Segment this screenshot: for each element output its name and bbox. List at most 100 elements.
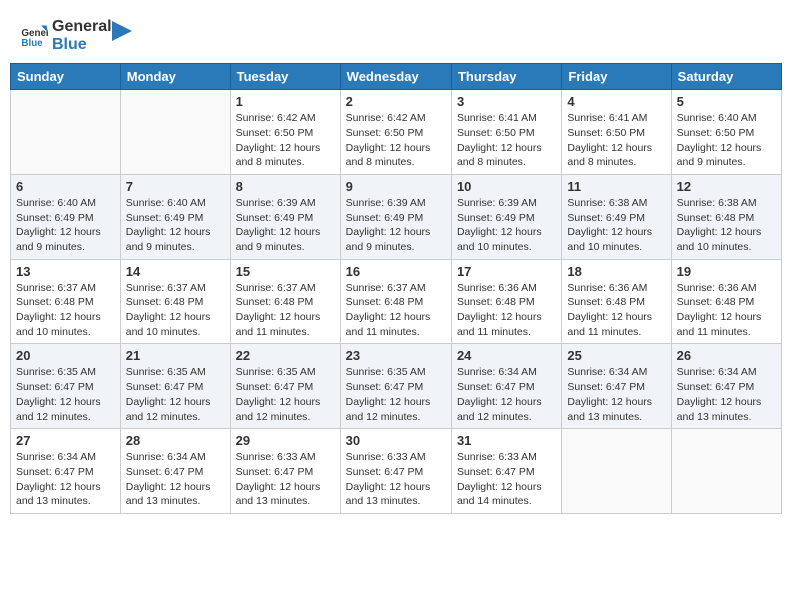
day-info: Sunrise: 6:37 AM Sunset: 6:48 PM Dayligh… — [126, 281, 225, 340]
calendar-cell: 17Sunrise: 6:36 AM Sunset: 6:48 PM Dayli… — [451, 259, 561, 344]
day-info: Sunrise: 6:40 AM Sunset: 6:50 PM Dayligh… — [677, 111, 776, 170]
day-info: Sunrise: 6:41 AM Sunset: 6:50 PM Dayligh… — [457, 111, 556, 170]
calendar-cell: 7Sunrise: 6:40 AM Sunset: 6:49 PM Daylig… — [120, 174, 230, 259]
day-number: 28 — [126, 433, 225, 448]
calendar-cell: 13 Sunrise: 6:37 AM Sunset: 6:48 PM Dayli… — [11, 259, 121, 344]
day-info: Sunrise: 6:42 AM Sunset: 6:50 PM Dayligh… — [236, 111, 335, 170]
calendar-cell: 11 Sunrise: 6:38 AM Sunset: 6:49 PM Dayli… — [562, 174, 671, 259]
calendar-cell: 23 Sunrise: 6:35 AM Sunset: 6:47 PM Dayli… — [340, 344, 451, 429]
day-info: Sunrise: 6:38 AM Sunset: 6:48 PM Dayligh… — [677, 196, 776, 255]
day-number: 12 — [677, 179, 776, 194]
calendar-cell: 12 Sunrise: 6:38 AM Sunset: 6:48 PM Dayli… — [671, 174, 781, 259]
day-info: Sunrise: 6:42 AM Sunset: 6:50 PM Dayligh… — [346, 111, 446, 170]
day-info: Sunrise: 6:39 AM Sunset: 6:49 PM Dayligh… — [457, 196, 556, 255]
calendar-week-row-4: 20 Sunrise: 6:35 AM Sunset: 6:47 PM Dayli… — [11, 344, 782, 429]
calendar-cell: 27 Sunrise: 6:34 AM Sunset: 6:47 PM Dayli… — [11, 429, 121, 514]
calendar-cell: 10 Sunrise: 6:39 AM Sunset: 6:49 PM Dayli… — [451, 174, 561, 259]
day-number: 4 — [567, 94, 665, 109]
day-number: 1 — [236, 94, 335, 109]
day-number: 11 — [567, 179, 665, 194]
calendar-cell — [671, 429, 781, 514]
day-number: 31 — [457, 433, 556, 448]
calendar-cell: 1 Sunrise: 6:42 AM Sunset: 6:50 PM Daylig… — [230, 90, 340, 175]
day-number: 18 — [567, 264, 665, 279]
weekday-header-tuesday: Tuesday — [230, 64, 340, 90]
day-number: 14 — [126, 264, 225, 279]
calendar-cell: 20 Sunrise: 6:35 AM Sunset: 6:47 PM Dayli… — [11, 344, 121, 429]
day-info: Sunrise: 6:39 AM Sunset: 6:49 PM Dayligh… — [346, 196, 446, 255]
day-info: Sunrise: 6:35 AM Sunset: 6:47 PM Dayligh… — [236, 365, 335, 424]
calendar-cell: 6 Sunrise: 6:40 AM Sunset: 6:49 PM Daylig… — [11, 174, 121, 259]
day-info: Sunrise: 6:40 AM Sunset: 6:49 PM Dayligh… — [16, 196, 115, 255]
calendar-cell: 8 Sunrise: 6:39 AM Sunset: 6:49 PM Daylig… — [230, 174, 340, 259]
calendar-table: SundayMondayTuesdayWednesdayThursdayFrid… — [10, 63, 782, 514]
calendar-cell: 19 Sunrise: 6:36 AM Sunset: 6:48 PM Dayli… — [671, 259, 781, 344]
day-number: 22 — [236, 348, 335, 363]
calendar-cell: 30 Sunrise: 6:33 AM Sunset: 6:47 PM Dayli… — [340, 429, 451, 514]
day-info: Sunrise: 6:34 AM Sunset: 6:47 PM Dayligh… — [126, 450, 225, 509]
calendar-week-row-3: 13 Sunrise: 6:37 AM Sunset: 6:48 PM Dayli… — [11, 259, 782, 344]
day-info: Sunrise: 6:34 AM Sunset: 6:47 PM Dayligh… — [567, 365, 665, 424]
day-info: Sunrise: 6:34 AM Sunset: 6:47 PM Dayligh… — [16, 450, 115, 509]
logo-general: General — [52, 18, 112, 36]
day-info: Sunrise: 6:40 AM Sunset: 6:49 PM Dayligh… — [126, 196, 225, 255]
day-number: 6 — [16, 179, 115, 194]
calendar-cell: 21Sunrise: 6:35 AM Sunset: 6:47 PM Dayli… — [120, 344, 230, 429]
calendar-cell: 26Sunrise: 6:34 AM Sunset: 6:47 PM Dayli… — [671, 344, 781, 429]
day-info: Sunrise: 6:38 AM Sunset: 6:49 PM Dayligh… — [567, 196, 665, 255]
day-info: Sunrise: 6:34 AM Sunset: 6:47 PM Dayligh… — [457, 365, 556, 424]
calendar-cell: 4 Sunrise: 6:41 AM Sunset: 6:50 PM Daylig… — [562, 90, 671, 175]
day-info: Sunrise: 6:37 AM Sunset: 6:48 PM Dayligh… — [346, 281, 446, 340]
logo-blue: Blue — [52, 36, 112, 54]
day-number: 27 — [16, 433, 115, 448]
day-number: 19 — [677, 264, 776, 279]
day-number: 20 — [16, 348, 115, 363]
calendar-cell: 2Sunrise: 6:42 AM Sunset: 6:50 PM Daylig… — [340, 90, 451, 175]
weekday-header-row: SundayMondayTuesdayWednesdayThursdayFrid… — [11, 64, 782, 90]
calendar-cell: 16 Sunrise: 6:37 AM Sunset: 6:48 PM Dayli… — [340, 259, 451, 344]
calendar-cell: 31 Sunrise: 6:33 AM Sunset: 6:47 PM Dayli… — [451, 429, 561, 514]
calendar-cell: 5Sunrise: 6:40 AM Sunset: 6:50 PM Daylig… — [671, 90, 781, 175]
day-info: Sunrise: 6:33 AM Sunset: 6:47 PM Dayligh… — [346, 450, 446, 509]
day-info: Sunrise: 6:35 AM Sunset: 6:47 PM Dayligh… — [16, 365, 115, 424]
day-info: Sunrise: 6:37 AM Sunset: 6:48 PM Dayligh… — [16, 281, 115, 340]
calendar-cell: 22 Sunrise: 6:35 AM Sunset: 6:47 PM Dayli… — [230, 344, 340, 429]
calendar-cell — [120, 90, 230, 175]
day-info: Sunrise: 6:35 AM Sunset: 6:47 PM Dayligh… — [346, 365, 446, 424]
logo: General Blue General Blue — [20, 18, 132, 53]
day-info: Sunrise: 6:33 AM Sunset: 6:47 PM Dayligh… — [457, 450, 556, 509]
weekday-header-monday: Monday — [120, 64, 230, 90]
calendar-week-row-5: 27 Sunrise: 6:34 AM Sunset: 6:47 PM Dayli… — [11, 429, 782, 514]
day-info: Sunrise: 6:41 AM Sunset: 6:50 PM Dayligh… — [567, 111, 665, 170]
day-number: 21 — [126, 348, 225, 363]
calendar-week-row-2: 6 Sunrise: 6:40 AM Sunset: 6:49 PM Daylig… — [11, 174, 782, 259]
calendar-cell: 9Sunrise: 6:39 AM Sunset: 6:49 PM Daylig… — [340, 174, 451, 259]
weekday-header-friday: Friday — [562, 64, 671, 90]
calendar-cell: 14 Sunrise: 6:37 AM Sunset: 6:48 PM Dayli… — [120, 259, 230, 344]
day-number: 25 — [567, 348, 665, 363]
day-number: 29 — [236, 433, 335, 448]
svg-text:Blue: Blue — [21, 37, 43, 48]
day-info: Sunrise: 6:39 AM Sunset: 6:49 PM Dayligh… — [236, 196, 335, 255]
day-info: Sunrise: 6:33 AM Sunset: 6:47 PM Dayligh… — [236, 450, 335, 509]
day-number: 8 — [236, 179, 335, 194]
day-number: 16 — [346, 264, 446, 279]
day-number: 3 — [457, 94, 556, 109]
day-number: 10 — [457, 179, 556, 194]
day-number: 30 — [346, 433, 446, 448]
logo-icon: General Blue — [20, 22, 48, 50]
page-header: General Blue General Blue — [10, 10, 782, 57]
day-number: 17 — [457, 264, 556, 279]
calendar-cell: 28 Sunrise: 6:34 AM Sunset: 6:47 PM Dayli… — [120, 429, 230, 514]
weekday-header-sunday: Sunday — [11, 64, 121, 90]
day-number: 15 — [236, 264, 335, 279]
day-number: 23 — [346, 348, 446, 363]
weekday-header-wednesday: Wednesday — [340, 64, 451, 90]
calendar-cell: 24 Sunrise: 6:34 AM Sunset: 6:47 PM Dayli… — [451, 344, 561, 429]
day-number: 24 — [457, 348, 556, 363]
day-number: 26 — [677, 348, 776, 363]
day-number: 13 — [16, 264, 115, 279]
day-info: Sunrise: 6:36 AM Sunset: 6:48 PM Dayligh… — [677, 281, 776, 340]
calendar-cell: 18Sunrise: 6:36 AM Sunset: 6:48 PM Dayli… — [562, 259, 671, 344]
day-info: Sunrise: 6:37 AM Sunset: 6:48 PM Dayligh… — [236, 281, 335, 340]
